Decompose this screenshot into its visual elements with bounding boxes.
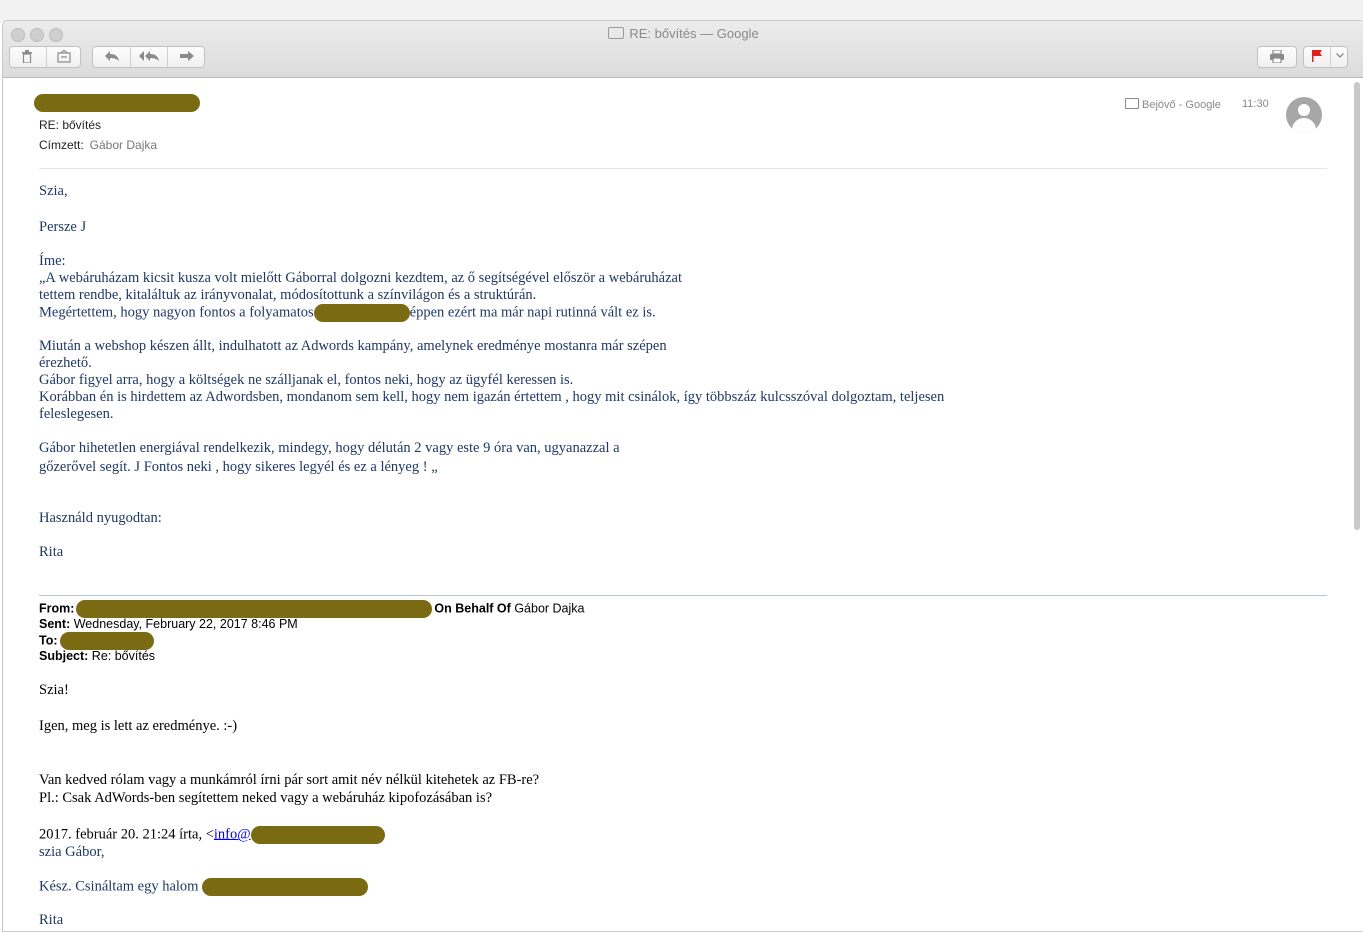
body-line: Persze J xyxy=(39,219,87,235)
quoted-line: Igen, meg is lett az eredménye. :-) xyxy=(39,718,238,734)
print-segment xyxy=(1260,47,1294,67)
trash-icon xyxy=(22,50,32,64)
delete-junk-group xyxy=(9,46,81,68)
flag-button[interactable] xyxy=(1303,46,1348,68)
message-subject: RE: bővítés xyxy=(39,118,102,132)
redacted-text xyxy=(59,632,154,650)
recipient-line: Címzett: Gábor Dajka xyxy=(39,138,157,152)
body-line: feleslegesen. xyxy=(39,406,114,422)
flag-segment xyxy=(1304,47,1330,67)
nested-greeting: szia Gábor, xyxy=(39,844,105,860)
scrollbar[interactable] xyxy=(1354,82,1360,530)
envelope-icon xyxy=(608,27,625,39)
to-label: Címzett: xyxy=(39,138,84,152)
recipient-name[interactable]: Gábor Dajka xyxy=(90,138,157,152)
quote-divider xyxy=(39,595,1327,596)
closing-line: Használd nyugodtan: xyxy=(39,510,162,526)
body-line: Miután a webshop készen állt, indulhatot… xyxy=(39,338,667,354)
signature: Rita xyxy=(39,544,64,560)
quoted-from-line: From: On Behalf Of Gábor Dajka xyxy=(39,600,585,618)
body-line: Korábban én is hirdettem az Adwordsben, … xyxy=(39,389,945,405)
avatar xyxy=(1286,97,1322,133)
header-divider xyxy=(39,168,1327,169)
body-line: Megértettem, hogy nagyon fontos a folyam… xyxy=(39,304,656,322)
sender-redacted xyxy=(34,94,200,112)
reply-all-icon xyxy=(138,51,159,61)
quoted-sent-line: Sent: Wednesday, February 22, 2017 8:46 … xyxy=(39,617,298,631)
body-line: Íme: xyxy=(39,253,66,269)
body-line: Gábor figyel arra, hogy a költségek ne s… xyxy=(39,372,574,388)
reply-button[interactable] xyxy=(93,47,130,67)
reply-all-button[interactable] xyxy=(130,47,168,67)
flag-dropdown[interactable] xyxy=(1330,47,1348,67)
quoted-line: Pl.: Csak AdWords-ben segítettem neked v… xyxy=(39,790,493,806)
print-icon xyxy=(1270,49,1284,64)
quoted-greeting: Szia! xyxy=(39,682,69,698)
redacted-text xyxy=(250,826,385,844)
message-view[interactable]: RE: bővítés Címzett: Gábor Dajka Bejövő -… xyxy=(3,78,1363,931)
quoted-to-line: To: xyxy=(39,632,154,650)
trash-button[interactable] xyxy=(10,47,44,67)
junk-button[interactable] xyxy=(46,47,81,67)
folder-icon xyxy=(1125,98,1139,109)
forward-button[interactable] xyxy=(167,47,205,67)
reply-group xyxy=(92,46,205,68)
flag-icon xyxy=(1312,50,1322,62)
nested-signature: Rita xyxy=(39,912,64,928)
window-title: RE: bővítés — Google xyxy=(3,26,1363,41)
reply-icon xyxy=(104,51,119,61)
body-line: „A webáruházam kicsit kusza volt mielőtt… xyxy=(39,270,682,286)
quoted-line: Van kedved rólam vagy a munkámról írni p… xyxy=(39,772,540,788)
print-button[interactable] xyxy=(1257,46,1297,68)
junk-icon xyxy=(57,49,71,63)
redacted-text xyxy=(313,304,410,322)
body-line: Gábor hihetetlen energiával rendelkezik,… xyxy=(39,440,620,456)
message-time: 11:30 xyxy=(1242,98,1269,110)
body-line: tettem rendbe, kitaláltuk az irányvonala… xyxy=(39,287,537,303)
body-line: érezhető. xyxy=(39,355,92,371)
desktop-background xyxy=(0,0,1363,22)
mailbox-indicator[interactable]: Bejövő - Google xyxy=(1125,98,1221,111)
body-line: gőzerővel segít. J Fontos neki , hogy si… xyxy=(39,459,438,475)
greeting: Szia, xyxy=(39,183,68,199)
redacted-text xyxy=(202,878,369,896)
title-bar: RE: bővítés — Google xyxy=(3,21,1363,78)
email-link[interactable]: info@ xyxy=(214,826,251,842)
mail-window: RE: bővítés — Google RE: bővítés Címzett… xyxy=(2,20,1363,932)
quoted-subject-line: Subject: Re: bővítés xyxy=(39,649,156,663)
nested-line: Kész. Csináltam egy halom xyxy=(39,878,369,896)
mailbox-name: Bejövő - Google xyxy=(1142,99,1221,111)
forward-icon xyxy=(179,51,194,61)
chevron-down-icon xyxy=(1335,53,1344,58)
quoted-attribution: 2017. február 20. 21:24 írta, <info@ xyxy=(39,826,385,844)
redacted-text xyxy=(76,600,433,618)
